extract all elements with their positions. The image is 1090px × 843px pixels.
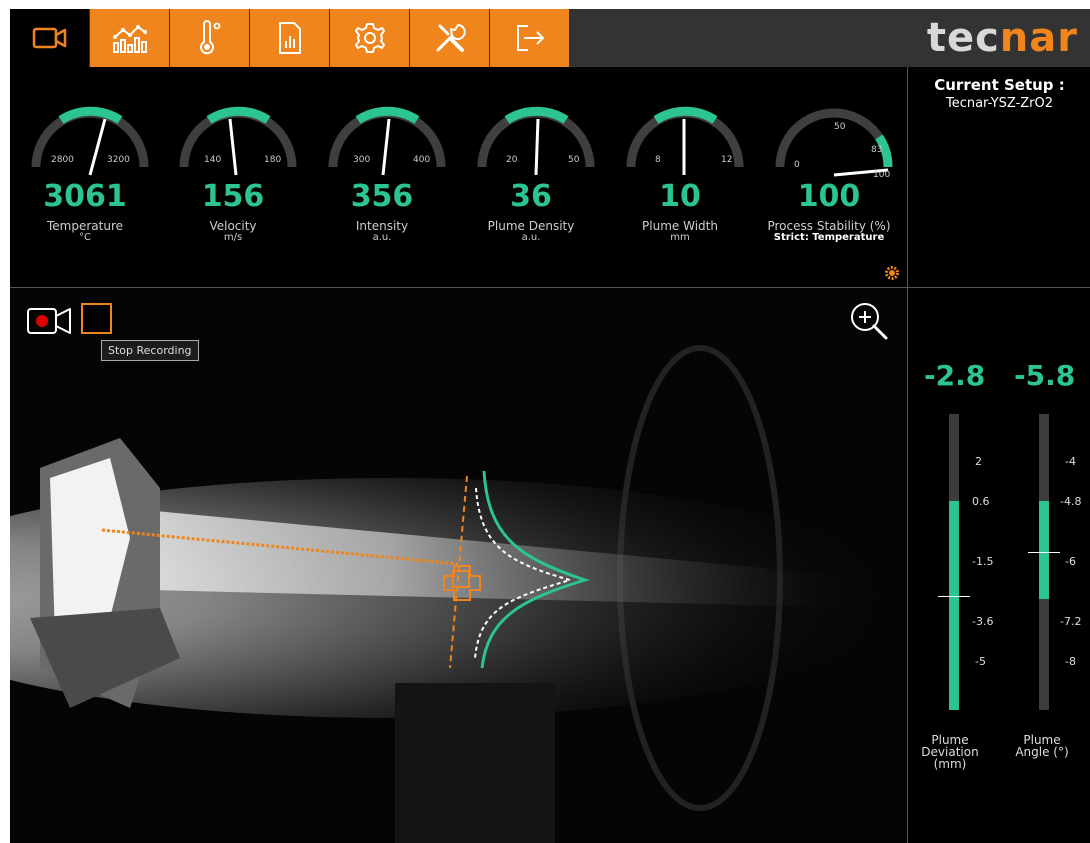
plume-image <box>10 345 907 843</box>
velocity-gauge: 140 180 156 Velocity m/s <box>158 67 308 287</box>
chart-icon <box>112 25 147 53</box>
tools-button[interactable] <box>410 9 489 67</box>
svg-text:8: 8 <box>655 155 661 165</box>
temperature-label: Temperature °C <box>46 219 123 243</box>
plume-angle-marker <box>1028 552 1060 553</box>
svg-text:50: 50 <box>568 155 580 165</box>
thermometer-icon <box>199 20 220 55</box>
svg-text:12: 12 <box>721 155 732 165</box>
svg-text:0: 0 <box>794 160 800 170</box>
temperature-max-tick: 3200 <box>107 155 130 165</box>
svg-text:50: 50 <box>834 122 846 132</box>
intensity-gauge: 300 400 356 Intensity a.u. <box>307 67 457 287</box>
plume-density-label: Plume Density a.u. <box>487 219 575 243</box>
stability-settings-gear-icon[interactable] <box>884 265 900 281</box>
svg-text:400: 400 <box>413 155 430 165</box>
stop-recording-button[interactable] <box>81 303 112 334</box>
process-stability-label: Process Stability (%) Strict: Temperatur… <box>767 219 891 243</box>
top-toolbar: tecnar <box>10 9 1090 67</box>
process-stability-value: 100 <box>797 179 861 214</box>
current-setup-panel: Current Setup : Tecnar-YSZ-ZrO2 <box>907 67 1090 288</box>
plume-deviation-marker <box>938 596 970 597</box>
plume-angle-bar <box>1039 414 1049 710</box>
plume-density-value: 36 <box>510 179 552 214</box>
angle-tick: -8 <box>1065 655 1076 668</box>
exit-icon <box>516 25 544 51</box>
current-setup-name: Tecnar-YSZ-ZrO2 <box>945 96 1054 111</box>
deviation-tick: 0.6 <box>972 495 990 508</box>
deviation-tick: 2 <box>975 455 982 468</box>
svg-text:140: 140 <box>204 155 221 165</box>
plume-deviation-bar-fill <box>949 501 959 710</box>
plume-metrics-panel: -2.8 -5.8 2 0.6 -1.5 -3.6 -5 -4 -4.8 -6 … <box>907 288 1090 843</box>
plume-deviation-bar <box>949 414 959 710</box>
deviation-tick: -3.6 <box>972 615 994 628</box>
svg-text:180: 180 <box>264 155 281 165</box>
plume-deviation-label: Plume Deviation (mm) <box>921 733 979 771</box>
record-camera-icon[interactable] <box>26 306 74 336</box>
camera-view-button[interactable] <box>10 9 89 67</box>
app-window: tecnar 2800 3200 3061 Temperature °C 140… <box>10 9 1090 843</box>
zoom-in-icon[interactable] <box>848 300 890 342</box>
velocity-value: 156 <box>201 179 265 214</box>
velocity-label: Velocity m/s <box>209 219 257 243</box>
tecnar-logo: tecnar <box>926 15 1078 61</box>
angle-tick: -4.8 <box>1060 495 1082 508</box>
plume-density-gauge: 20 50 36 Plume Density a.u. <box>456 67 606 287</box>
intensity-label: Intensity a.u. <box>355 219 409 243</box>
gear-icon <box>354 23 385 53</box>
svg-text:83: 83 <box>871 145 882 155</box>
svg-text:300: 300 <box>353 155 370 165</box>
plume-deviation-value: -2.8 <box>924 359 986 392</box>
gauges-panel: 2800 3200 3061 Temperature °C 140 180 15… <box>10 67 907 288</box>
plume-angle-label: Plume Angle (°) <box>1015 733 1069 759</box>
temperature-gauge: 2800 3200 3061 Temperature °C <box>10 67 160 287</box>
stop-recording-tooltip: Stop Recording <box>101 340 199 361</box>
angle-tick: -6 <box>1065 555 1076 568</box>
plume-width-value: 10 <box>659 179 701 214</box>
angle-tick: -7.2 <box>1060 615 1082 628</box>
deviation-tick: -1.5 <box>972 555 994 568</box>
exit-button[interactable] <box>490 9 569 67</box>
plume-angle-value: -5.8 <box>1014 359 1076 392</box>
temperature-button[interactable] <box>170 9 249 67</box>
angle-tick: -4 <box>1065 455 1076 468</box>
settings-button[interactable] <box>330 9 409 67</box>
camera-view[interactable]: Stop Recording <box>10 288 907 843</box>
intensity-value: 356 <box>350 179 414 214</box>
svg-text:20: 20 <box>506 155 518 165</box>
report-icon <box>278 22 301 54</box>
plume-width-gauge: 8 12 10 Plume Width mm <box>605 67 755 287</box>
charts-button[interactable] <box>90 9 169 67</box>
plume-angle-bar-fill <box>1039 501 1049 599</box>
process-stability-gauge: 0 50 83 100 100 Process Stability (%) St… <box>754 67 904 287</box>
temperature-min-tick: 2800 <box>51 155 74 165</box>
report-button[interactable] <box>250 9 329 67</box>
current-setup-title: Current Setup : <box>934 76 1065 94</box>
deviation-tick: -5 <box>975 655 986 668</box>
tools-icon <box>436 24 466 52</box>
plume-width-label: Plume Width mm <box>642 219 718 243</box>
temperature-value: 3061 <box>43 179 127 214</box>
video-camera-icon <box>32 27 66 49</box>
